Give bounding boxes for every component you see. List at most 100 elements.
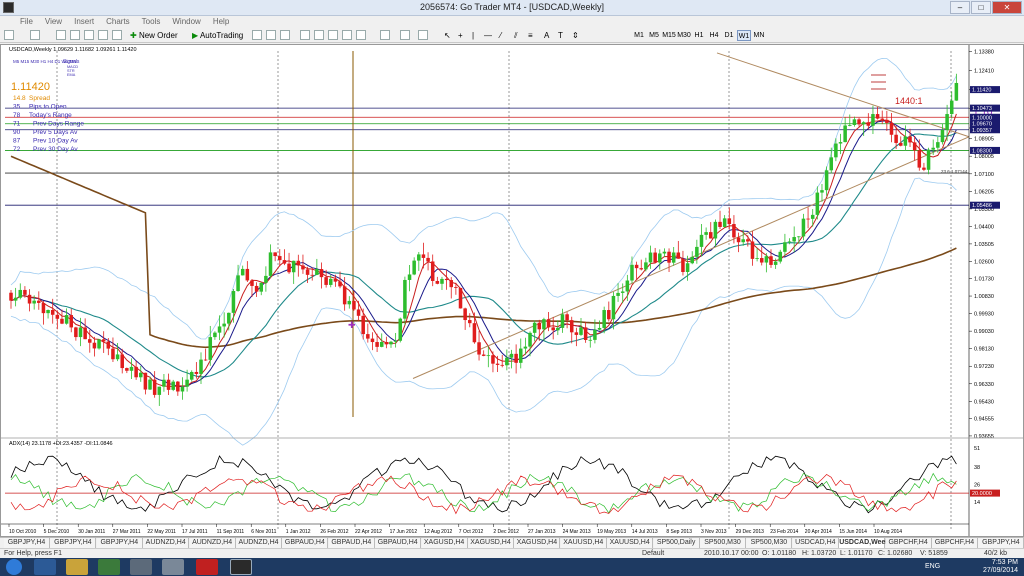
indicators-icon[interactable] bbox=[380, 30, 390, 40]
chart-tab[interactable]: XAGUSD,H4 bbox=[514, 538, 561, 548]
channel-icon[interactable]: ⫽ bbox=[514, 30, 518, 41]
chart-tab[interactable]: XAGUSD,H4 bbox=[468, 538, 514, 548]
chart-tab[interactable]: GBPCHF,H4 bbox=[932, 538, 978, 548]
timeframe-m5[interactable]: M5 bbox=[647, 30, 661, 41]
chart-tab[interactable]: GBPJPY,H4 bbox=[978, 538, 1024, 548]
market-watch-icon[interactable] bbox=[56, 30, 66, 40]
timeframe-m1[interactable]: M1 bbox=[632, 30, 646, 41]
timeframe-d1[interactable]: D1 bbox=[722, 30, 736, 41]
data-window-icon[interactable] bbox=[70, 30, 80, 40]
trendline-icon[interactable]: ⁄ bbox=[500, 30, 501, 41]
chart-shift-icon[interactable] bbox=[342, 30, 352, 40]
new-chart-icon[interactable] bbox=[4, 30, 14, 40]
chart-tab[interactable]: XAGUSD,H4 bbox=[421, 538, 468, 548]
chart-tab[interactable]: AUDNZD,H4 bbox=[236, 538, 282, 548]
price-tick-label: 1.13380 bbox=[974, 49, 994, 55]
start-button[interactable] bbox=[6, 559, 22, 575]
chart-tab[interactable]: SP500,Daily bbox=[653, 538, 700, 548]
candle-body bbox=[129, 366, 134, 371]
horizontal-line-icon[interactable]: — bbox=[484, 30, 492, 41]
timeframe-w1[interactable]: W1 bbox=[737, 30, 751, 41]
date-tick-label: 17 Jul 2011 bbox=[182, 529, 208, 535]
price-tick-label: 1.01730 bbox=[974, 277, 994, 283]
chart-tab[interactable]: GBPJPY,H4 bbox=[96, 538, 143, 548]
price-chart[interactable]: USDCAD,Weekly 1.09629 1.11682 1.09261 1.… bbox=[1, 45, 1023, 536]
zoom-out-icon[interactable] bbox=[314, 30, 324, 40]
candle-body bbox=[273, 252, 277, 257]
candle-body bbox=[653, 252, 657, 263]
menu-tools[interactable]: Tools bbox=[136, 16, 167, 28]
minimize-button[interactable]: – bbox=[950, 1, 970, 14]
zoom-in-icon[interactable] bbox=[300, 30, 310, 40]
autotrading-button[interactable]: ▶ AutoTrading bbox=[192, 30, 243, 41]
menu-window[interactable]: Window bbox=[166, 16, 206, 28]
profiles-icon[interactable] bbox=[30, 30, 40, 40]
chart-tab[interactable]: XAUUSD,H4 bbox=[560, 538, 607, 548]
bar-chart-icon[interactable] bbox=[252, 30, 262, 40]
new-order-button[interactable]: ✚ New Order bbox=[130, 30, 178, 41]
timeframe-h4[interactable]: H4 bbox=[707, 30, 721, 41]
chart-tab[interactable]: GBPAUD,H4 bbox=[375, 538, 422, 548]
arrows-icon[interactable]: ⇕ bbox=[572, 30, 579, 41]
terminal-icon[interactable] bbox=[98, 30, 108, 40]
candle-body bbox=[370, 338, 375, 343]
explorer-icon[interactable] bbox=[66, 559, 88, 575]
timeframe-mn[interactable]: MN bbox=[752, 30, 766, 41]
timeframe-h1[interactable]: H1 bbox=[692, 30, 706, 41]
tile-windows-icon[interactable] bbox=[328, 30, 338, 40]
close-button[interactable]: ✕ bbox=[992, 1, 1022, 14]
autoscroll-icon[interactable] bbox=[356, 30, 366, 40]
candle-body bbox=[542, 319, 546, 330]
timeframe-m30[interactable]: M30 bbox=[677, 30, 691, 41]
menu-charts[interactable]: Charts bbox=[100, 16, 136, 28]
chrome-icon[interactable] bbox=[98, 559, 120, 575]
chart-tab[interactable]: GBPJPY,H4 bbox=[4, 538, 50, 548]
menu-view[interactable]: View bbox=[39, 16, 68, 28]
chart-tab[interactable]: SP500,M30 bbox=[700, 538, 746, 548]
mt4-taskbar-icon[interactable] bbox=[230, 559, 252, 575]
chart-tab[interactable]: GBPCHF,H4 bbox=[885, 538, 932, 548]
chart-tab[interactable]: AUDNZD,H4 bbox=[189, 538, 236, 548]
menu-file[interactable]: File bbox=[14, 16, 39, 28]
candle-body bbox=[115, 354, 120, 360]
line-chart-icon[interactable] bbox=[280, 30, 290, 40]
text-icon[interactable]: A bbox=[544, 30, 549, 41]
chart-tab[interactable]: GBPJPY,H4 bbox=[50, 538, 97, 548]
chart-tab[interactable]: SP500,M30 bbox=[746, 538, 793, 548]
tray-date: 27/09/2014 bbox=[982, 567, 1018, 574]
vertical-line-icon[interactable]: | bbox=[472, 30, 474, 41]
notes-icon[interactable] bbox=[162, 559, 184, 575]
candle-body bbox=[18, 289, 23, 298]
label-icon[interactable]: T bbox=[558, 30, 563, 41]
crosshair-icon[interactable]: + bbox=[458, 30, 463, 41]
candlestick-icon[interactable] bbox=[266, 30, 276, 40]
periods-icon[interactable] bbox=[400, 30, 410, 40]
candle-body bbox=[78, 327, 83, 338]
maximize-button[interactable]: □ bbox=[971, 1, 991, 14]
templates-icon[interactable] bbox=[418, 30, 428, 40]
candle-body bbox=[607, 310, 611, 320]
chart-tab[interactable]: GBPAUD,H4 bbox=[282, 538, 329, 548]
media-icon[interactable] bbox=[130, 559, 152, 575]
cross-marker-icon: ✚ bbox=[348, 320, 356, 330]
chart-tab[interactable]: XAUUSD,H4 bbox=[607, 538, 654, 548]
new-order-label: New Order bbox=[138, 31, 178, 40]
ie-icon[interactable] bbox=[34, 559, 56, 575]
info-label: Prev 10 Day Av bbox=[33, 138, 78, 145]
chart-tab[interactable]: GBPAUD,H4 bbox=[328, 538, 375, 548]
app-red-icon[interactable] bbox=[196, 559, 218, 575]
timeframe-m15[interactable]: M15 bbox=[662, 30, 676, 41]
navigator-icon[interactable] bbox=[84, 30, 94, 40]
chart-tab[interactable]: USDCAD,H4 bbox=[792, 538, 839, 548]
windows-taskbar: ENG 7:53 PM 27/09/2014 bbox=[0, 558, 1024, 576]
candle-body bbox=[764, 256, 769, 263]
chart-tab[interactable]: AUDNZD,H4 bbox=[143, 538, 190, 548]
tester-icon[interactable] bbox=[112, 30, 122, 40]
cursor-icon[interactable]: ↖ bbox=[444, 30, 451, 41]
menu-help[interactable]: Help bbox=[207, 16, 235, 28]
chart-tab[interactable]: USDCAD,Weekly bbox=[839, 538, 895, 548]
fibonacci-icon[interactable]: ≡ bbox=[528, 30, 533, 41]
price-tick-label: 1.03505 bbox=[974, 242, 994, 248]
menu-insert[interactable]: Insert bbox=[68, 16, 100, 28]
candle-body bbox=[500, 364, 504, 366]
